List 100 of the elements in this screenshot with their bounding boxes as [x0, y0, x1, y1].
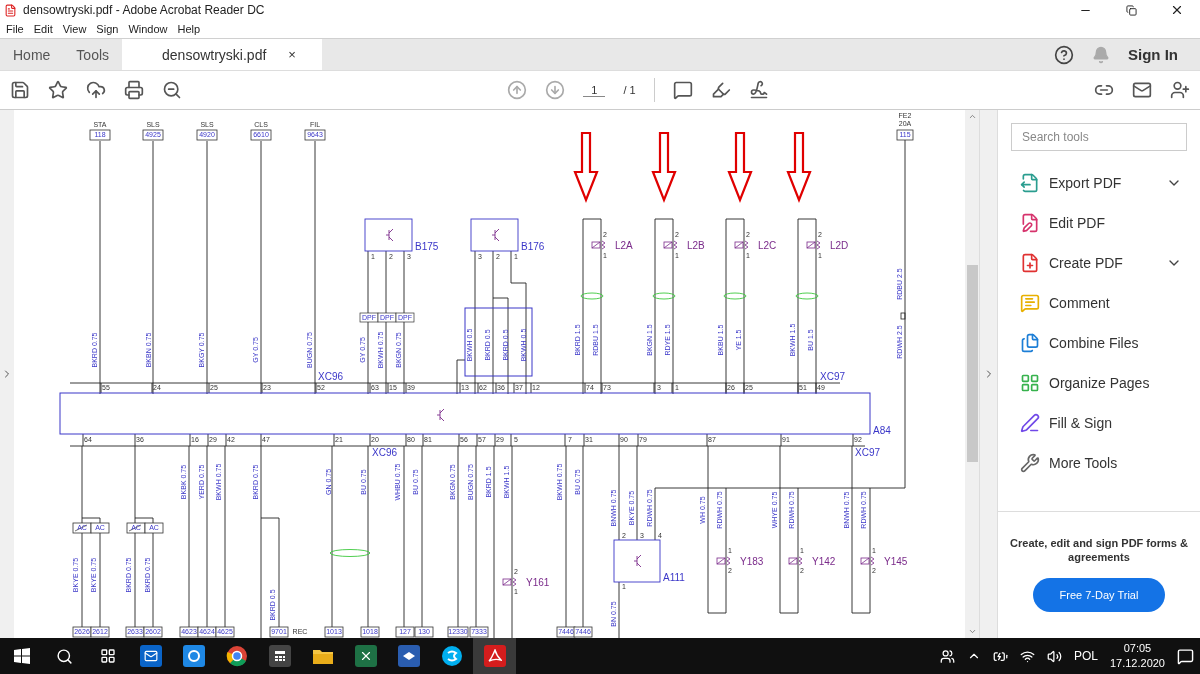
- component-label: Y145: [884, 555, 908, 567]
- tab[interactable]: Tools: [63, 39, 123, 70]
- volume-icon[interactable]: [1046, 648, 1062, 664]
- pen-icon: [1020, 413, 1040, 433]
- menu-item[interactable]: File: [6, 23, 24, 35]
- menu-item[interactable]: Help: [177, 23, 201, 35]
- grid-icon: [1020, 373, 1040, 393]
- component-label: Y183: [740, 555, 764, 567]
- coil-icon: [788, 556, 803, 566]
- help-icon[interactable]: [1054, 44, 1074, 65]
- twist-marker: [329, 549, 371, 557]
- twist-marker: [580, 292, 604, 300]
- tool-item[interactable]: Comment: [998, 283, 1200, 323]
- free-trial-button[interactable]: Free 7-Day Trial: [1033, 578, 1165, 612]
- component-label: B175: [415, 240, 439, 252]
- component-label: Y161: [526, 576, 550, 588]
- component-label: Y142: [812, 555, 836, 567]
- language-indicator[interactable]: POL: [1073, 649, 1098, 663]
- pdf-file-icon: [4, 3, 17, 17]
- search-field[interactable]: Search tools: [1011, 123, 1187, 151]
- component-label: L2A: [615, 239, 633, 251]
- tool-item[interactable]: More Tools: [998, 443, 1200, 483]
- comment-icon: [1020, 293, 1040, 313]
- transistor-symbol-icon: [385, 228, 394, 242]
- menu-item[interactable]: Edit: [33, 23, 53, 35]
- component-label: B176: [521, 240, 545, 252]
- control-unit-box: [613, 539, 661, 583]
- comment-icon[interactable]: [672, 80, 693, 100]
- mail-icon[interactable]: [1132, 80, 1152, 100]
- connector-icon: [900, 312, 906, 320]
- component-label: A111: [663, 571, 685, 583]
- twist-marker: [795, 292, 819, 300]
- files-icon: [1020, 333, 1040, 353]
- promo-text: Create, edit and sign PDF forms & agreements: [1009, 536, 1189, 564]
- start-icon[interactable]: [13, 648, 30, 664]
- add-user-icon[interactable]: [1170, 80, 1190, 100]
- notifications-icon[interactable]: [1177, 647, 1194, 665]
- connector-label: XC96: [372, 446, 397, 458]
- tool-item[interactable]: Edit PDF: [998, 203, 1200, 243]
- close-tab-button[interactable]: ×: [288, 47, 296, 62]
- highlighter-icon[interactable]: [710, 80, 731, 100]
- signature-icon[interactable]: [748, 80, 769, 100]
- wrench-icon: [1020, 453, 1040, 473]
- clock[interactable]: 07:05 17.12.2020: [1109, 641, 1165, 671]
- menu-item[interactable]: Sign: [96, 23, 119, 35]
- connector-label: XC96: [318, 370, 343, 382]
- vertical-scrollbar[interactable]: [965, 110, 980, 638]
- scroll-down-icon[interactable]: [967, 627, 977, 636]
- scrollbar-thumb[interactable]: [966, 265, 978, 462]
- star-icon[interactable]: [48, 80, 68, 100]
- coil-icon: [716, 556, 731, 566]
- shield-outline: [464, 307, 533, 377]
- transistor-symbol-icon: [633, 554, 642, 568]
- sensor-box: [470, 218, 519, 252]
- tool-item[interactable]: Export PDF: [998, 163, 1200, 203]
- twist-marker: [652, 292, 676, 300]
- edit-file-icon: [1020, 213, 1040, 233]
- export-file-icon: [1020, 173, 1040, 193]
- component-label: L2B: [687, 239, 705, 251]
- down-arrow: [573, 131, 599, 203]
- component-label: L2D: [830, 239, 849, 251]
- down-arrow: [651, 131, 677, 203]
- menu-item[interactable]: View: [62, 23, 87, 35]
- down-arrow: [786, 131, 812, 203]
- zoom-out-icon[interactable]: [162, 80, 182, 100]
- wifi-icon[interactable]: [1019, 648, 1035, 664]
- menu-item[interactable]: Window: [128, 23, 168, 35]
- coil-icon: [734, 240, 749, 250]
- tool-item[interactable]: Fill & Sign: [998, 403, 1200, 443]
- window-title: densowtryski.pdf - Adobe Acrobat Reader DC: [23, 3, 266, 17]
- tab[interactable]: densowtryski.pdf ×: [122, 39, 323, 70]
- coil-icon: [591, 240, 606, 250]
- wire: [618, 581, 620, 638]
- sign-in-button[interactable]: Sign In: [1128, 46, 1178, 63]
- create-file-icon: [1020, 253, 1040, 273]
- twist-marker: [723, 292, 747, 300]
- page-number-field[interactable]: 1: [583, 83, 606, 97]
- save-icon[interactable]: [10, 80, 30, 100]
- pdf-app-icon[interactable]: [473, 638, 516, 674]
- people-icon[interactable]: [939, 648, 955, 664]
- transistor-symbol-icon: [491, 228, 500, 242]
- coil-icon: [663, 240, 678, 250]
- close-icon[interactable]: [1170, 3, 1184, 17]
- connector-label: XC97: [855, 446, 880, 458]
- restore-icon[interactable]: [1125, 4, 1137, 16]
- sensor-box: [364, 218, 413, 252]
- coil-icon: [502, 577, 517, 587]
- tool-item[interactable]: Create PDF: [998, 243, 1200, 283]
- down-arrow: [727, 131, 753, 203]
- coil-icon: [806, 240, 821, 250]
- component-label: L2C: [758, 239, 777, 251]
- tab[interactable]: Home: [0, 39, 64, 70]
- upload-icon[interactable]: [86, 80, 106, 100]
- coil-icon: [860, 556, 875, 566]
- scroll-up-icon[interactable]: [967, 112, 977, 121]
- print-icon[interactable]: [124, 80, 144, 100]
- tool-item[interactable]: Combine Files: [998, 323, 1200, 363]
- module-label: A84: [873, 424, 891, 436]
- tool-item[interactable]: Organize Pages: [998, 363, 1200, 403]
- connector-label: XC97: [820, 370, 845, 382]
